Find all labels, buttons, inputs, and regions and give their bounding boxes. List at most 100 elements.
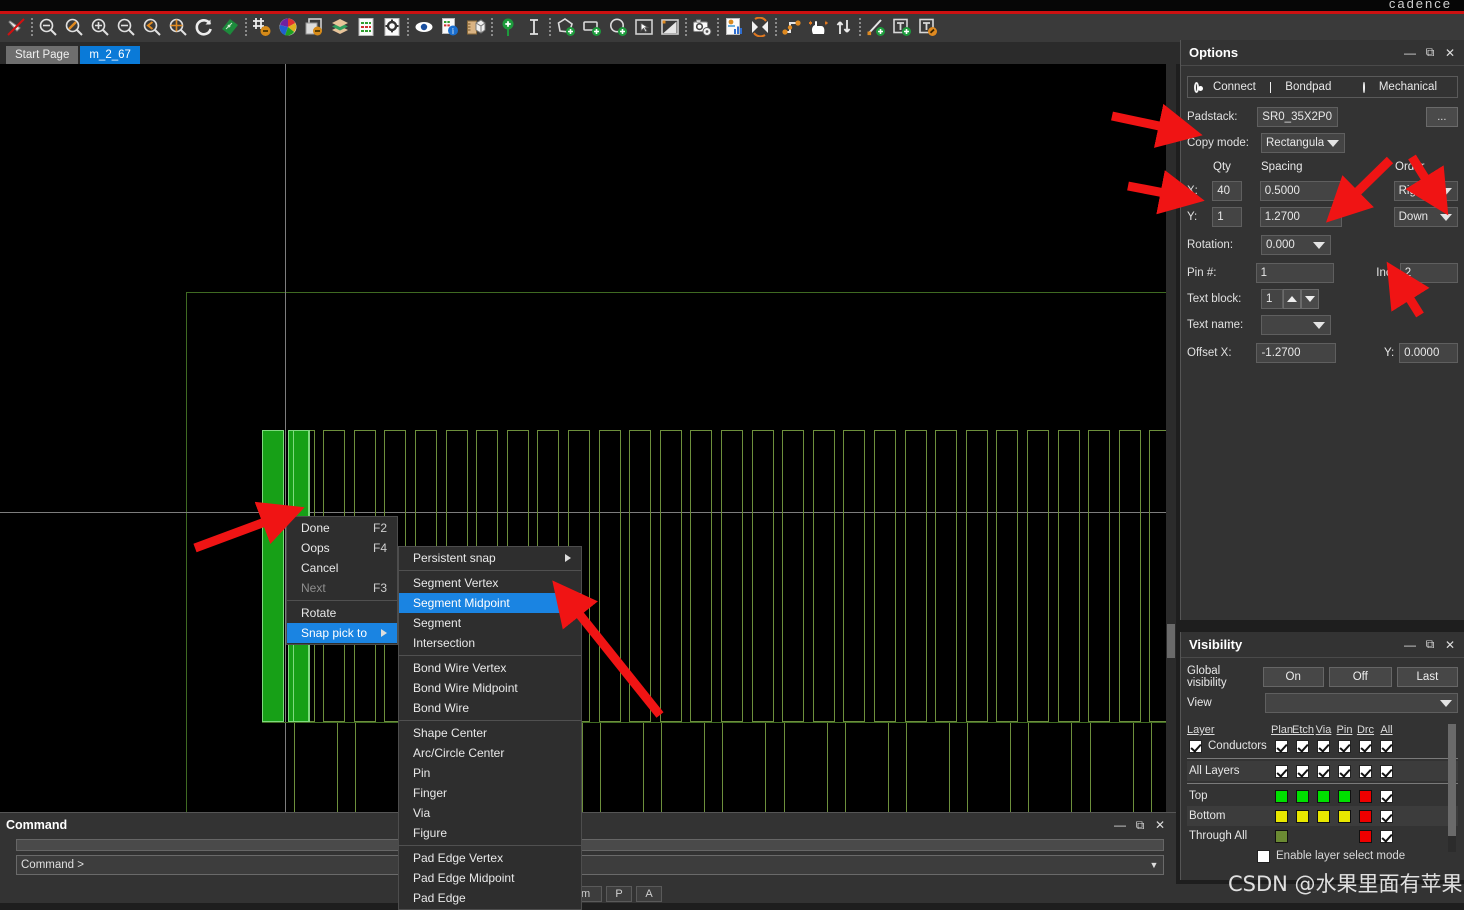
scrollbar-thumb[interactable]: [1167, 624, 1175, 658]
pin-input[interactable]: 1: [1255, 263, 1335, 283]
measure-button[interactable]: [463, 15, 489, 41]
shape-add-rect-button[interactable]: [579, 15, 605, 41]
layer-row[interactable]: Top: [1187, 786, 1458, 806]
layer-color-swatch[interactable]: [1275, 809, 1288, 823]
element-report-button[interactable]: i: [437, 15, 463, 41]
layer-select-mode-checkbox[interactable]: [1257, 849, 1270, 863]
global-off-button[interactable]: Off: [1328, 667, 1392, 687]
zoom-out-button[interactable]: [113, 15, 139, 41]
layer-select-mode-row[interactable]: Enable layer select mode: [1187, 848, 1458, 864]
reports-button[interactable]: [721, 15, 747, 41]
tab-start-page[interactable]: Start Page: [6, 46, 79, 64]
visibility-checkbox[interactable]: [1338, 739, 1351, 753]
close-icon[interactable]: ✕: [1150, 816, 1170, 834]
layer-color-swatch[interactable]: [1317, 789, 1330, 803]
command-input-row[interactable]: Command > ▼: [16, 855, 1164, 875]
text-name-select[interactable]: [1261, 315, 1331, 335]
visibility-cell[interactable]: [1355, 739, 1376, 753]
menu-item-pad-edge-vertex[interactable]: Pad Edge Vertex: [399, 848, 581, 868]
visibility-cell[interactable]: [1292, 739, 1313, 753]
x-qty-input[interactable]: 40: [1212, 181, 1242, 201]
layer-color-swatch[interactable]: [1338, 789, 1351, 803]
menu-item-next[interactable]: Next F3: [287, 578, 397, 598]
shape-select-button[interactable]: [631, 15, 657, 41]
sub-drawing-button[interactable]: [301, 15, 327, 41]
add-pin-button[interactable]: [495, 15, 521, 41]
visibility-cell[interactable]: [1334, 789, 1355, 803]
minimize-icon[interactable]: —: [1400, 636, 1420, 654]
swap-button[interactable]: [747, 15, 773, 41]
visibility-checkbox[interactable]: [1296, 764, 1309, 778]
visibility-cell[interactable]: [1334, 809, 1355, 823]
visibility-cell[interactable]: [1292, 809, 1313, 823]
menu-item-pin[interactable]: Pin: [399, 763, 581, 783]
layer-row[interactable]: Conductors: [1187, 736, 1458, 756]
visibility-cell[interactable]: [1271, 764, 1292, 778]
shape-add-polygon-button[interactable]: [553, 15, 579, 41]
padstack-input[interactable]: SR0_35X2P0: [1257, 107, 1338, 127]
visibility-checkbox[interactable]: [1338, 764, 1351, 778]
visibility-cell[interactable]: [1376, 789, 1397, 803]
menu-item-shape-center[interactable]: Shape Center: [399, 723, 581, 743]
visibility-cell[interactable]: [1376, 739, 1397, 753]
visibility-checkbox[interactable]: [1275, 764, 1288, 778]
menu-item-segment[interactable]: Segment: [399, 613, 581, 633]
column-header-etch[interactable]: Etch: [1292, 724, 1314, 736]
text-block-input[interactable]: 1: [1261, 289, 1283, 309]
design-canvas[interactable]: [0, 64, 1176, 812]
copy-mode-select[interactable]: Rectangular: [1261, 133, 1345, 153]
visibility-cell[interactable]: [1355, 809, 1376, 823]
change-layer-button[interactable]: [831, 15, 857, 41]
menu-item-finger[interactable]: Finger: [399, 783, 581, 803]
add-line-button[interactable]: [863, 15, 889, 41]
canvas-vertical-scrollbar[interactable]: [1166, 64, 1176, 812]
show-element-button[interactable]: [411, 15, 437, 41]
grid-toggle-button[interactable]: [249, 15, 275, 41]
menu-item-cancel[interactable]: Cancel: [287, 558, 397, 578]
menu-item-intersection[interactable]: Intersection: [399, 633, 581, 653]
visibility-cell[interactable]: [1271, 789, 1292, 803]
restore-icon[interactable]: ⧉: [1420, 44, 1440, 62]
status-cell-2[interactable]: A: [636, 885, 662, 902]
column-header-plan[interactable]: Plan: [1271, 724, 1293, 736]
layer-color-swatch[interactable]: [1296, 809, 1309, 823]
board-view-button[interactable]: [217, 15, 243, 41]
menu-item-snap-pick-to[interactable]: Snap pick to: [287, 623, 397, 643]
menu-item-done[interactable]: Done F2: [287, 518, 397, 538]
mechanical-radio[interactable]: [1363, 81, 1365, 93]
zoom-center-button[interactable]: [165, 15, 191, 41]
visibility-cell[interactable]: [1313, 789, 1334, 803]
layer-color-swatch[interactable]: [1275, 829, 1288, 843]
restore-icon[interactable]: ⧉: [1130, 816, 1150, 834]
visibility-cell[interactable]: [1271, 829, 1292, 843]
pad-type-radio-group[interactable]: Connect Bondpad Mechanical: [1187, 76, 1458, 98]
visibility-checkbox[interactable]: [1359, 739, 1372, 753]
close-icon[interactable]: ✕: [1440, 44, 1460, 62]
visibility-cell[interactable]: [1334, 739, 1355, 753]
y-spacing-input[interactable]: 1.2700: [1259, 207, 1342, 227]
visibility-cell[interactable]: [1313, 764, 1334, 778]
layer-color-swatch[interactable]: [1359, 789, 1372, 803]
menu-item-oops[interactable]: Oops F4: [287, 538, 397, 558]
add-text-button[interactable]: [521, 15, 547, 41]
visibility-checkbox[interactable]: [1275, 739, 1288, 753]
global-last-button[interactable]: Last: [1396, 667, 1458, 687]
layer-row[interactable]: All Layers: [1187, 761, 1458, 781]
rotation-select[interactable]: 0.000: [1261, 235, 1331, 255]
visibility-cell[interactable]: [1292, 764, 1313, 778]
layer-color-swatch[interactable]: [1275, 789, 1288, 803]
shape-change-fill-button[interactable]: [657, 15, 683, 41]
bondpad-radio[interactable]: [1269, 81, 1272, 93]
y-qty-input[interactable]: 1: [1212, 207, 1242, 227]
column-header-pin[interactable]: Pin: [1334, 724, 1355, 736]
padstack-browse-button[interactable]: ...: [1425, 107, 1458, 127]
zoom-previous-button[interactable]: [139, 15, 165, 41]
visibility-checkbox[interactable]: [1380, 809, 1393, 823]
offset-x-input[interactable]: -1.2700: [1256, 343, 1336, 363]
edit-text-button[interactable]: [915, 15, 941, 41]
visibility-cell[interactable]: [1313, 739, 1334, 753]
zoom-fit-button[interactable]: [35, 15, 61, 41]
global-on-button[interactable]: On: [1262, 667, 1324, 687]
column-header-drc[interactable]: Drc: [1355, 724, 1376, 736]
column-header-via[interactable]: Via: [1313, 724, 1334, 736]
